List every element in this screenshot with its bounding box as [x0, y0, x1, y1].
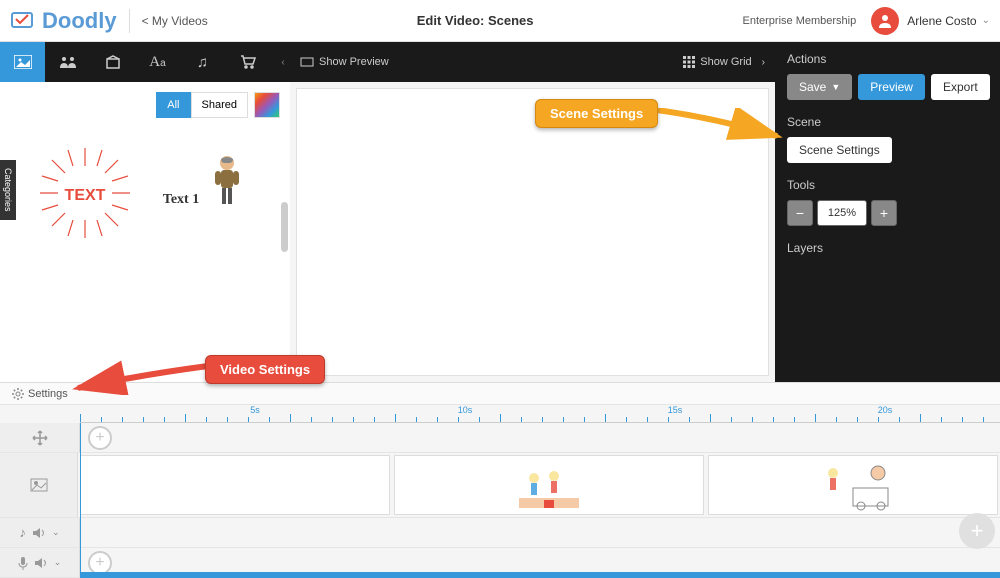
user-menu[interactable]: Arlene Costo ⌄: [871, 7, 990, 35]
collapse-left-icon[interactable]: ‹: [276, 42, 290, 82]
membership-label: Enterprise Membership: [743, 15, 857, 27]
scene-thumb-3[interactable]: [708, 455, 998, 515]
track-head-scenes: [0, 453, 78, 517]
annotation-video-settings: Video Settings: [205, 355, 325, 384]
asset-label: Text 1: [163, 192, 199, 208]
right-panel: Actions Save▼ Preview Export Scene Scene…: [775, 42, 1000, 382]
timeline: Settings 5s 10s 15s 20s +: [0, 382, 1000, 558]
color-filter[interactable]: [254, 92, 280, 118]
track-scenes: [0, 453, 1000, 518]
track-head-move: [0, 423, 80, 452]
tab-cart[interactable]: [225, 42, 270, 82]
timeline-scrollbar[interactable]: [80, 572, 1000, 578]
asset-text1[interactable]: Text 1: [150, 128, 260, 208]
track-audio: ♪ ⌄: [0, 518, 1000, 548]
ruler-mark: 15s: [668, 405, 683, 415]
preview-button[interactable]: Preview: [858, 74, 925, 100]
categories-tab[interactable]: Categories: [0, 160, 16, 220]
tab-scenes[interactable]: [0, 42, 45, 82]
page-title: Edit Video: Scenes: [208, 13, 743, 28]
add-scene-button[interactable]: +: [959, 513, 995, 549]
actions-label: Actions: [787, 52, 988, 66]
filter-shared[interactable]: Shared: [191, 92, 248, 118]
ruler-mark: 5s: [250, 405, 260, 415]
track-head-voice: ⌄: [0, 548, 80, 577]
gear-icon: [12, 388, 24, 400]
divider: [129, 9, 130, 33]
tab-text[interactable]: Aa: [135, 42, 180, 82]
tab-sounds[interactable]: ♫: [180, 42, 225, 82]
logo-text: Doodly: [42, 8, 117, 34]
timeline-settings[interactable]: Settings: [0, 383, 1000, 405]
asset-panel: All Shared: [0, 82, 290, 382]
add-keyframe[interactable]: +: [88, 426, 112, 450]
tab-characters[interactable]: [45, 42, 90, 82]
canvas-header: Show Preview Show Grid ›: [290, 42, 775, 82]
show-grid-toggle[interactable]: Show Grid: [683, 56, 751, 68]
add-voice[interactable]: +: [88, 551, 112, 575]
chevron-down-icon[interactable]: ⌄: [54, 557, 62, 568]
logo: Doodly: [10, 8, 117, 34]
track-head-audio: ♪ ⌄: [0, 518, 80, 547]
scene-label: Scene: [787, 115, 988, 129]
scene-thumb-2[interactable]: [394, 455, 704, 515]
back-link[interactable]: < My Videos: [142, 14, 208, 28]
tab-props[interactable]: [90, 42, 135, 82]
scene-thumb-1[interactable]: [80, 455, 390, 515]
asset-toolbar: Aa ♫ ‹: [0, 42, 290, 82]
svg-text:TEXT: TEXT: [65, 187, 106, 204]
app-header: Doodly < My Videos Edit Video: Scenes En…: [0, 0, 1000, 42]
zoom-value: 125%: [817, 200, 867, 226]
scrollbar-thumb[interactable]: [281, 202, 288, 252]
chevron-down-icon[interactable]: ⌄: [52, 527, 60, 538]
scene-settings-button[interactable]: Scene Settings: [787, 137, 892, 163]
track-transform: +: [0, 423, 1000, 453]
timeline-ruler[interactable]: 5s 10s 15s 20s: [80, 405, 1000, 423]
ruler-mark: 20s: [878, 405, 893, 415]
asset-text-burst[interactable]: TEXT: [30, 128, 140, 258]
volume-icon[interactable]: [34, 557, 48, 569]
save-button[interactable]: Save▼: [787, 74, 852, 100]
settings-label: Settings: [28, 388, 68, 400]
move-icon: [32, 430, 48, 446]
show-grid-label: Show Grid: [700, 56, 751, 68]
music-icon: ♪: [19, 525, 26, 540]
chevron-down-icon: ⌄: [982, 15, 990, 26]
playhead[interactable]: [80, 423, 81, 578]
annotation-scene-settings: Scene Settings: [535, 99, 658, 128]
tools-label: Tools: [787, 178, 988, 192]
image-icon: [30, 478, 48, 492]
layers-label: Layers: [787, 241, 988, 255]
expand-right-icon[interactable]: ›: [762, 57, 765, 68]
zoom-in-button[interactable]: +: [871, 200, 897, 226]
canvas[interactable]: [296, 88, 769, 376]
user-name: Arlene Costo: [907, 14, 976, 28]
show-preview-toggle[interactable]: Show Preview: [300, 56, 389, 68]
ruler-mark: 10s: [458, 405, 473, 415]
zoom-out-button[interactable]: −: [787, 200, 813, 226]
filter-all[interactable]: All: [156, 92, 190, 118]
export-button[interactable]: Export: [931, 74, 990, 100]
volume-icon[interactable]: [32, 527, 46, 539]
avatar: [871, 7, 899, 35]
show-preview-label: Show Preview: [319, 56, 389, 68]
